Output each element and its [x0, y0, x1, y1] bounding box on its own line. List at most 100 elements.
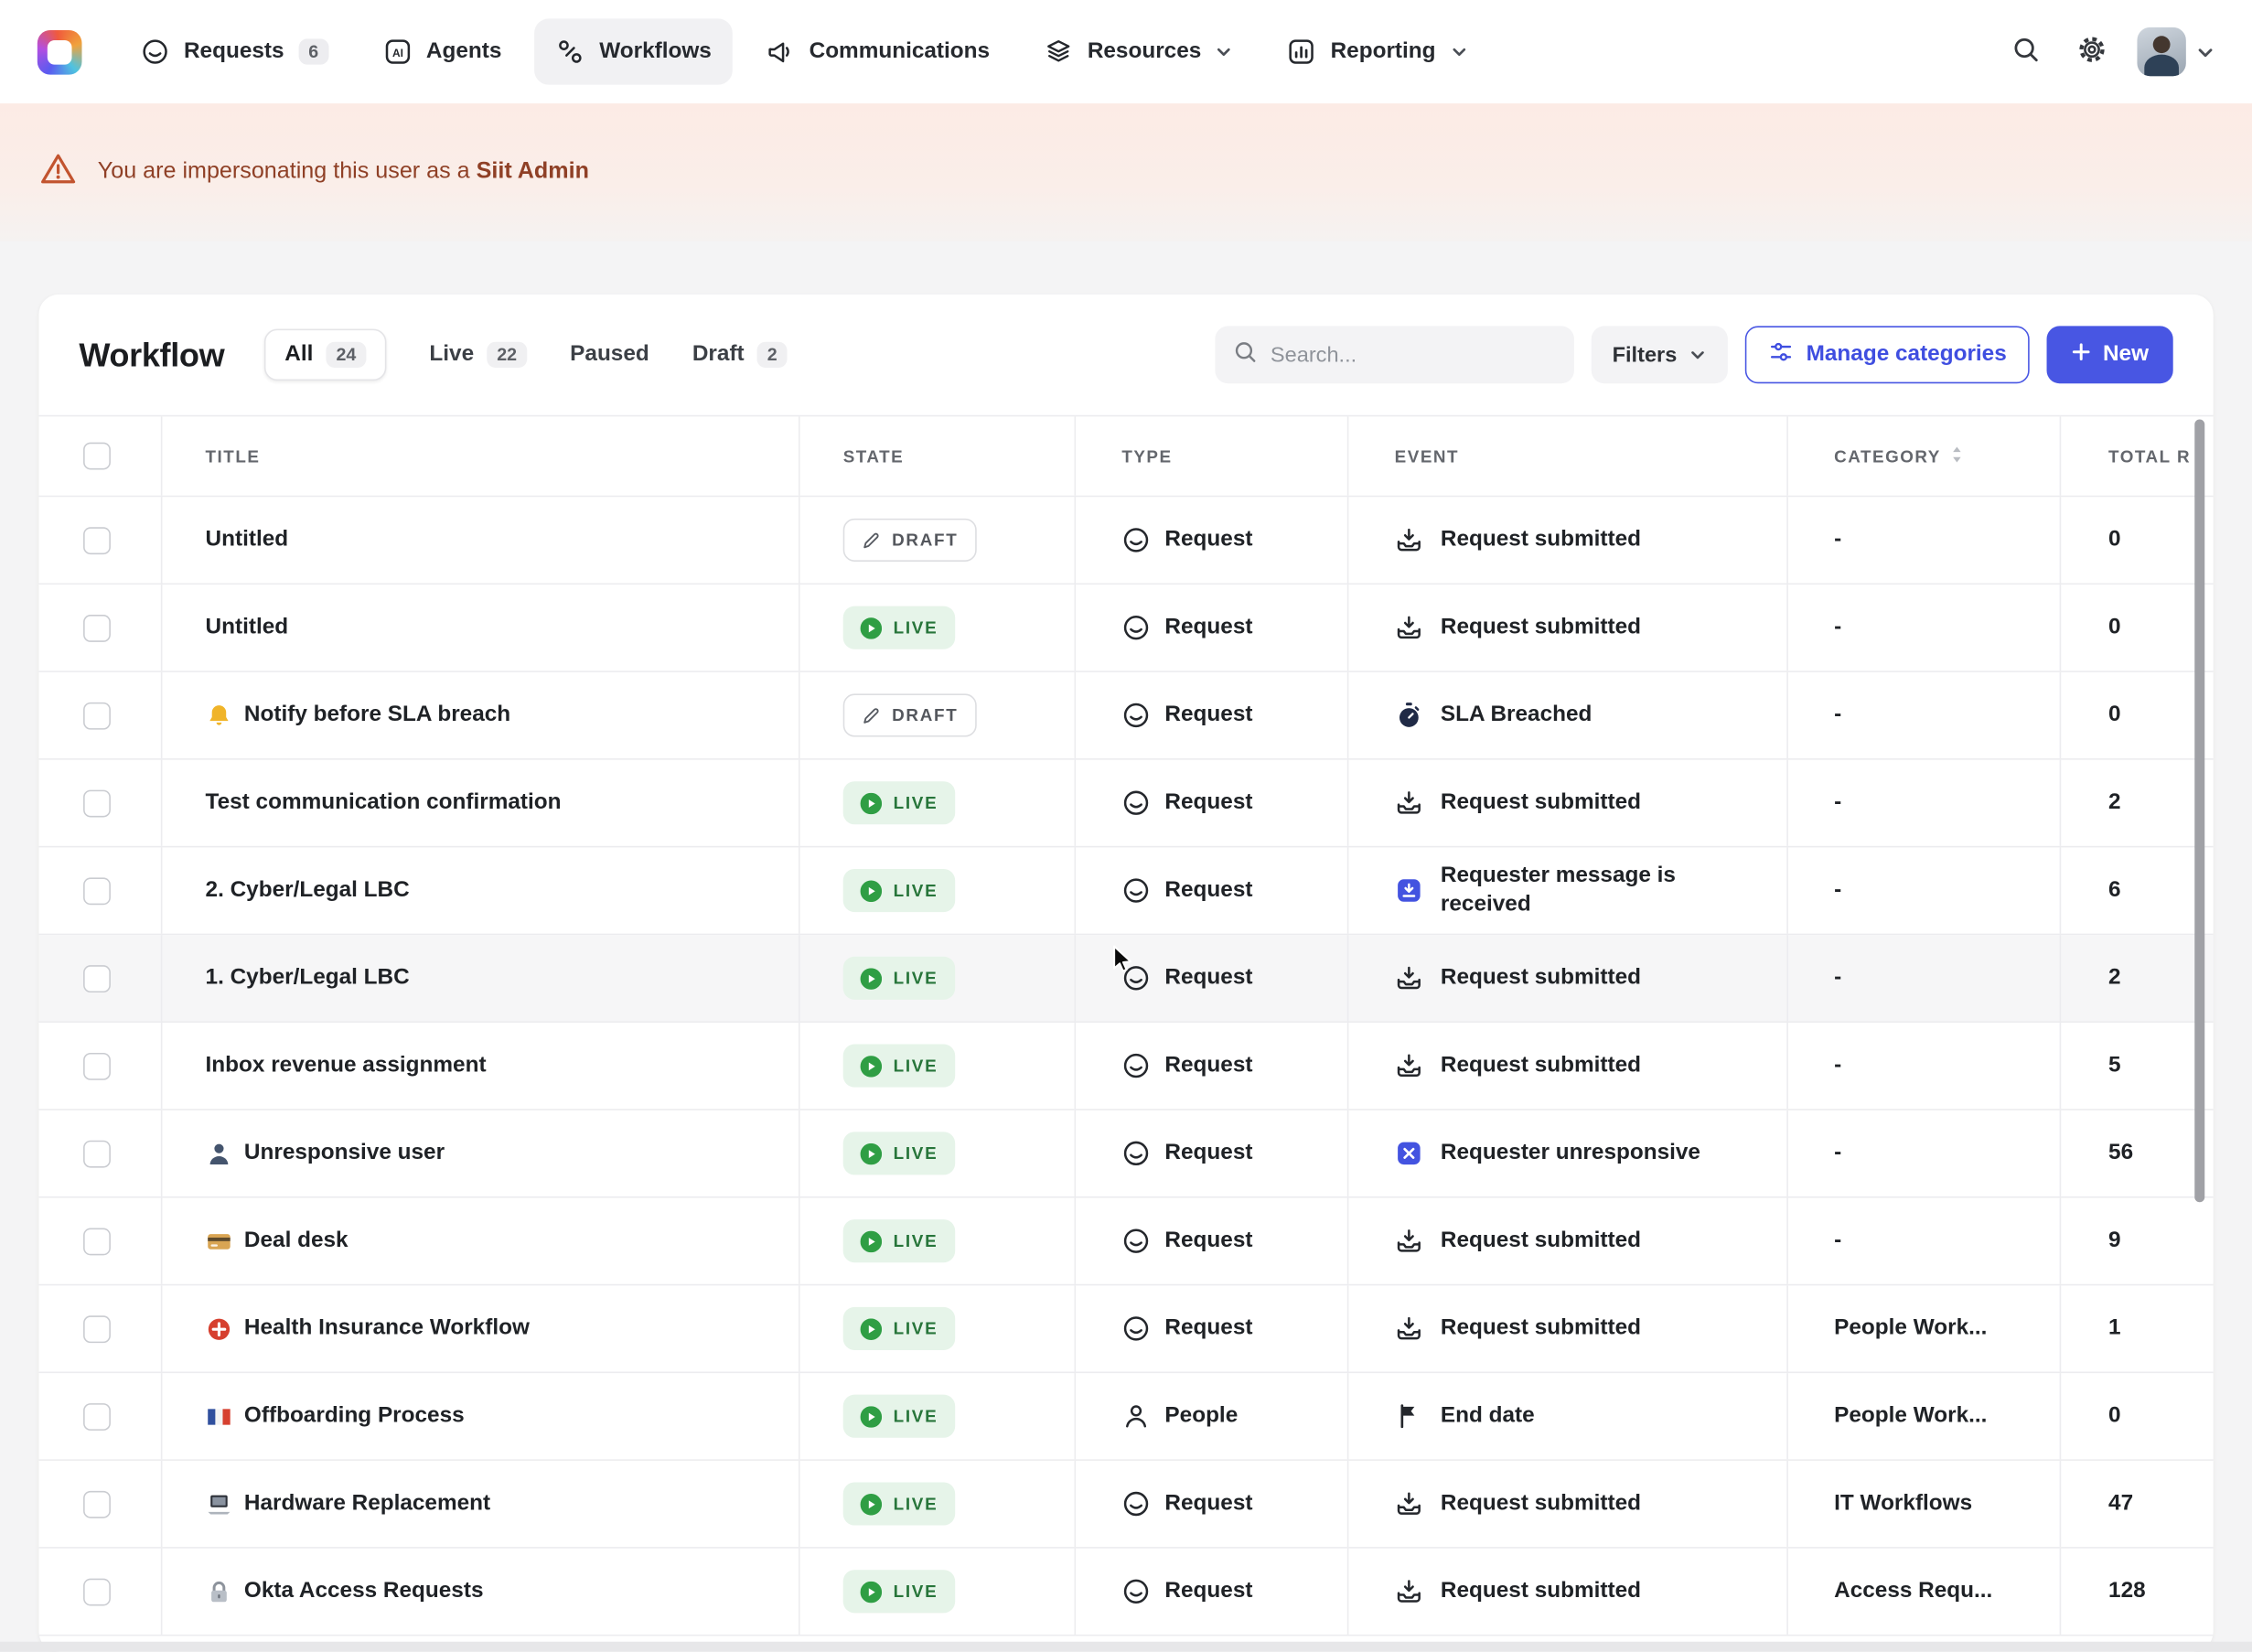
horizontal-scrollbar-track[interactable]	[0, 1642, 2252, 1652]
row-checkbox[interactable]	[83, 1140, 111, 1167]
person-icon	[206, 1140, 233, 1167]
tab-live[interactable]: Live 22	[429, 342, 527, 368]
table-row[interactable]: Unresponsive user LIVE Request Requester…	[38, 1110, 2213, 1198]
row-checkbox[interactable]	[83, 789, 111, 817]
request-submitted-icon	[1395, 1314, 1423, 1343]
tab-all[interactable]: All 24	[264, 329, 386, 381]
play-circle-icon	[861, 617, 883, 638]
select-all-checkbox[interactable]	[83, 443, 111, 470]
filters-button[interactable]: Filters	[1591, 326, 1727, 383]
tab-draft[interactable]: Draft 2	[692, 342, 788, 368]
table-row[interactable]: Health Insurance Workflow LIVE Request R…	[38, 1285, 2213, 1373]
column-header-event[interactable]: EVENT	[1347, 416, 1786, 495]
row-checkbox[interactable]	[83, 702, 111, 729]
request-type-icon	[1121, 876, 1150, 905]
row-checkbox[interactable]	[83, 877, 111, 905]
table-row[interactable]: Untitled LIVE Request Request submitted …	[38, 585, 2213, 672]
live-badge: LIVE	[843, 1219, 955, 1262]
user-menu[interactable]	[2137, 27, 2214, 76]
table-row[interactable]: 1. Cyber/Legal LBC LIVE Request Request …	[38, 935, 2213, 1023]
event-label: SLA Breached	[1441, 701, 1592, 730]
table-row[interactable]: Inbox revenue assignment LIVE Request Re…	[38, 1023, 2213, 1110]
row-checkbox[interactable]	[83, 526, 111, 553]
column-header-total[interactable]: TOTAL R	[2060, 416, 2214, 495]
row-checkbox[interactable]	[83, 1315, 111, 1343]
live-badge: LIVE	[843, 1307, 955, 1350]
settings-button[interactable]	[2071, 28, 2113, 74]
event-label: Request submitted	[1441, 526, 1641, 555]
nav-requests[interactable]: Requests 6	[119, 18, 349, 84]
row-checkbox[interactable]	[83, 1490, 111, 1518]
live-badge: LIVE	[843, 1045, 955, 1088]
message-received-icon	[1395, 876, 1423, 905]
nav-workflows[interactable]: Workflows	[535, 18, 734, 84]
row-checkbox[interactable]	[83, 964, 111, 992]
table-row[interactable]: Offboarding Process LIVE People End date…	[38, 1373, 2213, 1461]
column-header-state[interactable]: STATE	[799, 416, 1074, 495]
workflow-title: Untitled	[206, 527, 289, 552]
workflow-title: 2. Cyber/Legal LBC	[206, 877, 410, 903]
table-row[interactable]: Deal desk LIVE Request Request submitted…	[38, 1198, 2213, 1286]
column-header-type[interactable]: TYPE	[1075, 416, 1347, 495]
nav-agents[interactable]: AI Agents	[361, 18, 523, 84]
search-button[interactable]	[2005, 28, 2047, 74]
tab-draft-count: 2	[757, 342, 788, 368]
message-unresponsive-icon	[1395, 1139, 1423, 1167]
nav-requests-label: Requests	[184, 38, 284, 64]
table-row[interactable]: Untitled DRAFT Request Request submitted…	[38, 497, 2213, 585]
row-checkbox[interactable]	[83, 614, 111, 641]
sort-icon[interactable]	[1951, 445, 1964, 467]
siit-logo-icon[interactable]	[38, 29, 82, 74]
pencil-icon	[862, 531, 880, 549]
total-count: 56	[2108, 1141, 2133, 1166]
table-row[interactable]: Notify before SLA breach DRAFT Request S…	[38, 672, 2213, 760]
type-label: Request	[1164, 790, 1252, 816]
table-row[interactable]: Test communication confirmation LIVE Req…	[38, 760, 2213, 848]
row-checkbox[interactable]	[83, 1052, 111, 1079]
table-row[interactable]: 2. Cyber/Legal LBC LIVE Request Requeste…	[38, 847, 2213, 935]
row-checkbox[interactable]	[83, 1402, 111, 1430]
nav-resources[interactable]: Resources	[1023, 18, 1254, 84]
request-submitted-icon	[1395, 788, 1423, 817]
workflow-title: Untitled	[206, 615, 289, 640]
request-type-icon	[1121, 1577, 1150, 1605]
warning-triangle-icon	[40, 152, 76, 192]
tab-all-count: 24	[327, 342, 367, 368]
live-badge: LIVE	[843, 1482, 955, 1525]
people-type-icon	[1121, 1402, 1150, 1431]
workflow-title: Hardware Replacement	[244, 1491, 490, 1517]
nav-communications[interactable]: Communications	[745, 18, 1012, 84]
play-circle-icon	[861, 1142, 883, 1164]
column-header-category[interactable]: CATEGORY	[1834, 445, 1964, 467]
play-circle-icon	[861, 1405, 883, 1427]
column-header-title[interactable]: TITLE	[161, 416, 799, 495]
type-label: Request	[1164, 1579, 1252, 1604]
bar-chart-icon	[1287, 38, 1315, 66]
workflow-title: Test communication confirmation	[206, 790, 562, 816]
chevron-down-icon	[2196, 42, 2214, 60]
table-scrollbar-thumb[interactable]	[2194, 419, 2204, 1202]
table-row[interactable]: Hardware Replacement LIVE Request Reques…	[38, 1461, 2213, 1549]
tab-paused[interactable]: Paused	[570, 342, 649, 368]
user-avatar[interactable]	[2137, 27, 2185, 76]
manage-categories-button[interactable]: Manage categories	[1744, 326, 2030, 383]
row-checkbox[interactable]	[83, 1578, 111, 1605]
workflow-title: Deal desk	[244, 1228, 349, 1254]
play-circle-icon	[861, 1581, 883, 1603]
workflow-card: Workflow All 24 Live 22 Paused	[38, 295, 2213, 1652]
event-label: End date	[1441, 1401, 1535, 1431]
event-label: Requester unresponsive	[1441, 1139, 1700, 1168]
new-workflow-button[interactable]: New	[2047, 326, 2173, 383]
workflow-title: Offboarding Process	[244, 1403, 465, 1429]
row-checkbox[interactable]	[83, 1228, 111, 1255]
request-submitted-icon	[1395, 526, 1423, 554]
draft-badge: DRAFT	[843, 693, 977, 736]
type-label: Request	[1164, 1053, 1252, 1078]
lock-icon	[206, 1578, 233, 1605]
workflow-search-input[interactable]	[1271, 342, 1556, 367]
request-type-icon	[1121, 1314, 1150, 1343]
type-label: People	[1164, 1403, 1238, 1429]
table-row[interactable]: Okta Access Requests LIVE Request Reques…	[38, 1549, 2213, 1636]
nav-reporting[interactable]: Reporting	[1266, 18, 1489, 84]
requests-count-badge: 6	[298, 38, 328, 64]
